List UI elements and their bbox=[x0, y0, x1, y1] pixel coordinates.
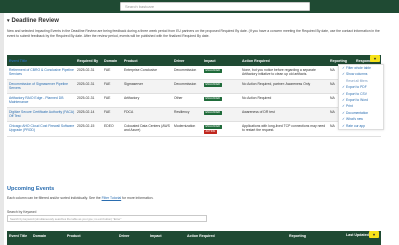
cell-action: None, but you notice before regarding a … bbox=[242, 68, 316, 77]
deadline-review-table: Event Title Required By Domain Product D… bbox=[7, 55, 381, 137]
desc-suffix: for more information. bbox=[121, 196, 154, 200]
cell-driver: Other bbox=[174, 96, 183, 100]
impact-badge: ENHANCED bbox=[204, 96, 222, 101]
col-header-impact[interactable]: Impact bbox=[150, 234, 162, 238]
col-header-domain[interactable]: Domain bbox=[33, 234, 46, 238]
cell-product: Colocated Data Centers (AWS and Azure) bbox=[124, 124, 170, 133]
impact-badge: ENHANCED bbox=[204, 82, 222, 87]
menu-item-label: Export to CSV bbox=[346, 91, 367, 96]
cell-product: Sigmaserver bbox=[124, 82, 144, 86]
table-body: Retirement of CBRO & Conclusive Pipeline… bbox=[7, 66, 381, 137]
menu-item-label: What's new bbox=[346, 117, 363, 122]
cell-driver: Resiliency bbox=[174, 110, 190, 114]
keyword-search-label: Search by Keyword bbox=[7, 210, 37, 214]
table-row[interactable]: Decommission of Sigmaserver Pipeline Ser… bbox=[7, 80, 381, 94]
col-header-product[interactable]: Product bbox=[67, 234, 81, 238]
cell-impact: ENHANCED bbox=[202, 108, 240, 121]
menu-item-label: Documentation bbox=[346, 110, 369, 115]
keyword-search-input[interactable]: Search by keyword (simultaneously search… bbox=[7, 215, 207, 222]
cell-domain: FAE bbox=[104, 110, 111, 114]
col-header-reporting[interactable]: Reporting bbox=[289, 234, 306, 238]
cell-required: 2025-02-14 bbox=[77, 110, 95, 114]
cell-title[interactable]: Artifactory RAIO Edge - Planned DB Maint… bbox=[7, 94, 75, 107]
table-row[interactable]: Artifactory RAIO Edge - Planned DB Maint… bbox=[7, 94, 381, 108]
impact-badge: ENHANCED bbox=[204, 110, 222, 115]
col-header-title[interactable]: Event Title bbox=[7, 59, 75, 63]
column-options-menu: ✓Filter whole table ✓Show columns Reset al… bbox=[338, 64, 384, 130]
cell-action: Awareness of DR test bbox=[242, 110, 275, 114]
cell-title[interactable]: Digitize Secure Certificate Authority (F… bbox=[7, 108, 75, 121]
cell-required: 2025-02-31 bbox=[77, 68, 95, 72]
col-header-reporting[interactable]: Reporting bbox=[328, 59, 354, 63]
col-header-product[interactable]: Product bbox=[122, 59, 172, 63]
cell-driver: Modernization bbox=[174, 124, 196, 128]
table-header: Event Title Required By Domain Product D… bbox=[7, 55, 381, 66]
impact-badge: ENHANCED bbox=[204, 124, 222, 129]
impact-badge: ACTION bbox=[204, 129, 217, 134]
cell-impact: ENHANCED bbox=[202, 94, 240, 107]
column-options-button-2[interactable]: ▾ bbox=[369, 231, 379, 238]
menu-item-label: Show columns bbox=[346, 72, 368, 77]
menu-item-label: Rate our app bbox=[346, 123, 366, 128]
cell-driver: Decommission bbox=[174, 68, 197, 72]
cell-impact: ENHANCED ACTION bbox=[202, 122, 240, 136]
cell-product: Artifactory bbox=[124, 96, 140, 100]
upcoming-events-title: Upcoming Events bbox=[7, 186, 55, 192]
cell-domain: EDEO bbox=[104, 124, 114, 128]
filter-tutorial-link[interactable]: Filter Tutorial bbox=[102, 196, 122, 200]
table-row[interactable]: Chicago AHO Cloud Cost Firewall Software… bbox=[7, 122, 381, 137]
cell-impact: ENHANCED bbox=[202, 80, 240, 93]
cell-action: No Action Required bbox=[242, 96, 272, 100]
cell-required: 2025-02-31 bbox=[77, 82, 95, 86]
cell-driver: Decommission bbox=[174, 82, 197, 86]
cell-required: 2025-02-15 bbox=[77, 124, 95, 128]
upcoming-events-description: Each column can be filtered and/or sorte… bbox=[7, 196, 153, 200]
col-header-impact[interactable]: Impact bbox=[202, 59, 240, 63]
menu-item-label: Print bbox=[346, 104, 353, 109]
upcoming-events-table-header: Event Title Domain Product Driver Impact… bbox=[7, 231, 381, 245]
table-row[interactable]: Retirement of CBRO & Conclusive Pipeline… bbox=[7, 66, 381, 80]
cell-product: FDCA bbox=[124, 110, 134, 114]
desc-prefix: Each column can be filtered and/or sorte… bbox=[7, 196, 102, 200]
impact-badge: ENHANCED bbox=[204, 68, 222, 73]
cell-title[interactable]: Retirement of CBRO & Conclusive Pipeline… bbox=[7, 66, 75, 79]
cell-title[interactable]: Decommission of Sigmaserver Pipeline Ser… bbox=[7, 80, 75, 93]
menu-item-rate-our-app[interactable]: ✓Rate our app bbox=[339, 123, 383, 129]
cell-action: No Action Required, partner: Awareness O… bbox=[242, 82, 311, 86]
col-header-action[interactable]: Action Required bbox=[240, 59, 328, 63]
col-header-driver[interactable]: Driver bbox=[119, 234, 129, 238]
col-header-action[interactable]: Action Required bbox=[187, 234, 215, 238]
deadline-review-header[interactable]: ▾ Deadline Review bbox=[7, 18, 59, 24]
cell-required: 2025-02-31 bbox=[77, 96, 95, 100]
col-header-domain[interactable]: Domain bbox=[102, 59, 122, 63]
left-rail bbox=[0, 13, 4, 245]
menu-item-label: Export to PDF bbox=[346, 85, 367, 90]
cell-title[interactable]: Chicago AHO Cloud Cost Firewall Software… bbox=[7, 122, 75, 136]
top-bar: Search bastcare bbox=[0, 0, 399, 13]
column-options-button[interactable]: ▾ bbox=[370, 55, 380, 62]
cell-impact: ENHANCED bbox=[202, 66, 240, 79]
cell-domain: FAE bbox=[104, 82, 111, 86]
deadline-review-description: New and selected Impacting Events in the… bbox=[7, 29, 380, 38]
global-search-input[interactable]: Search bastcare bbox=[120, 2, 310, 11]
cell-domain: FAE bbox=[104, 96, 111, 100]
table-row[interactable]: Digitize Secure Certificate Authority (F… bbox=[7, 108, 381, 122]
deadline-review-title: Deadline Review bbox=[11, 18, 59, 24]
cell-action: Applications with long-lived TCP connect… bbox=[242, 124, 326, 133]
col-header-required-by[interactable]: Required By bbox=[75, 59, 102, 63]
menu-item-label: Export to Word bbox=[346, 97, 368, 102]
col-header-driver[interactable]: Driver bbox=[172, 59, 202, 63]
cell-product: Enterprise Conclusive bbox=[124, 68, 157, 72]
cell-domain: FAE bbox=[104, 68, 111, 72]
menu-item-label: Reset all filters bbox=[346, 78, 368, 83]
chevron-down-icon: ▾ bbox=[7, 18, 10, 24]
menu-item-label: Filter whole table bbox=[346, 66, 371, 70]
col-header-title[interactable]: Event Title bbox=[9, 234, 27, 238]
